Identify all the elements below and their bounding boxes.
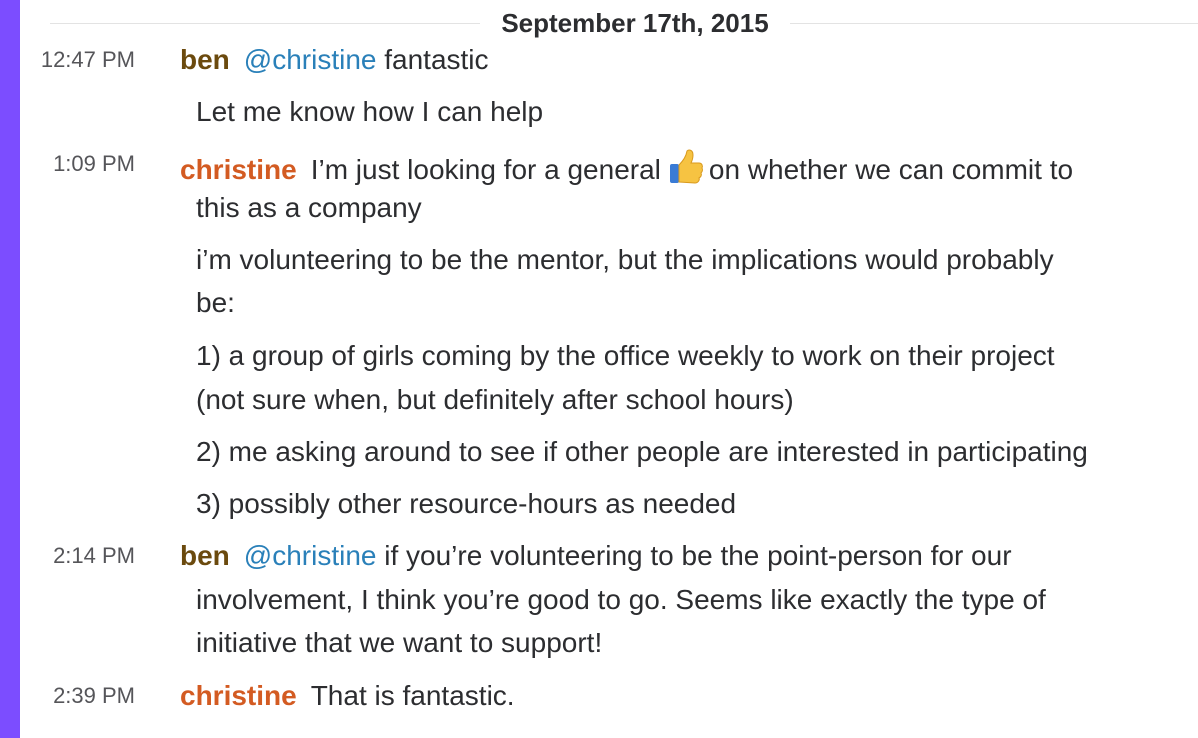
message-timestamp[interactable]: 2:14 PM <box>20 543 135 569</box>
message-text: I’m just looking for a general <box>310 154 661 185</box>
message-text: if you’re volunteering to be the point-p… <box>384 540 1012 571</box>
user-mention[interactable]: @christine <box>244 44 377 75</box>
message-timestamp[interactable]: 2:39 PM <box>20 683 135 709</box>
message-timestamp[interactable]: 12:47 PM <box>20 47 135 73</box>
message-text: be: <box>196 287 235 318</box>
message-text: 3) possibly other resource-hours as need… <box>196 488 737 519</box>
message-text: That is fantastic. <box>310 680 515 711</box>
date-divider: September 17th, 2015 <box>20 8 1198 38</box>
message-text: involvement, I think you’re good to go. … <box>196 584 1046 615</box>
author-name[interactable]: ben <box>180 540 230 571</box>
message-text: 1) a group of girls coming by the office… <box>196 340 1055 371</box>
message-line: ben @christine if you’re volunteering to … <box>180 540 1012 572</box>
message-text: i’m volunteering to be the mentor, but t… <box>196 244 1054 275</box>
message-line: ben @christine fantastic <box>180 44 489 76</box>
user-mention[interactable]: @christine <box>244 540 377 571</box>
message-text: 2) me asking around to see if other peop… <box>196 436 1088 467</box>
message-text: Let me know how I can help <box>196 96 544 127</box>
message-line: christine That is fantastic. <box>180 680 515 712</box>
message-text: fantastic <box>384 44 489 75</box>
date-label: September 17th, 2015 <box>501 8 769 38</box>
author-name[interactable]: christine <box>180 680 297 711</box>
channel-accent-bar <box>0 0 20 738</box>
message-line: christine I’m just looking for a general … <box>180 147 1073 187</box>
author-name[interactable]: christine <box>180 154 297 185</box>
message-text: on whether we can commit to <box>708 154 1074 185</box>
message-timestamp[interactable]: 1:09 PM <box>20 151 135 177</box>
thumbs-up-icon <box>669 149 703 184</box>
author-name[interactable]: ben <box>180 44 230 75</box>
divider-line-left <box>50 23 480 24</box>
message-text: (not sure when, but definitely after sch… <box>196 384 794 415</box>
message-text: this as a company <box>196 192 422 223</box>
divider-line-right <box>790 23 1198 24</box>
message-text: initiative that we want to support! <box>196 627 603 658</box>
